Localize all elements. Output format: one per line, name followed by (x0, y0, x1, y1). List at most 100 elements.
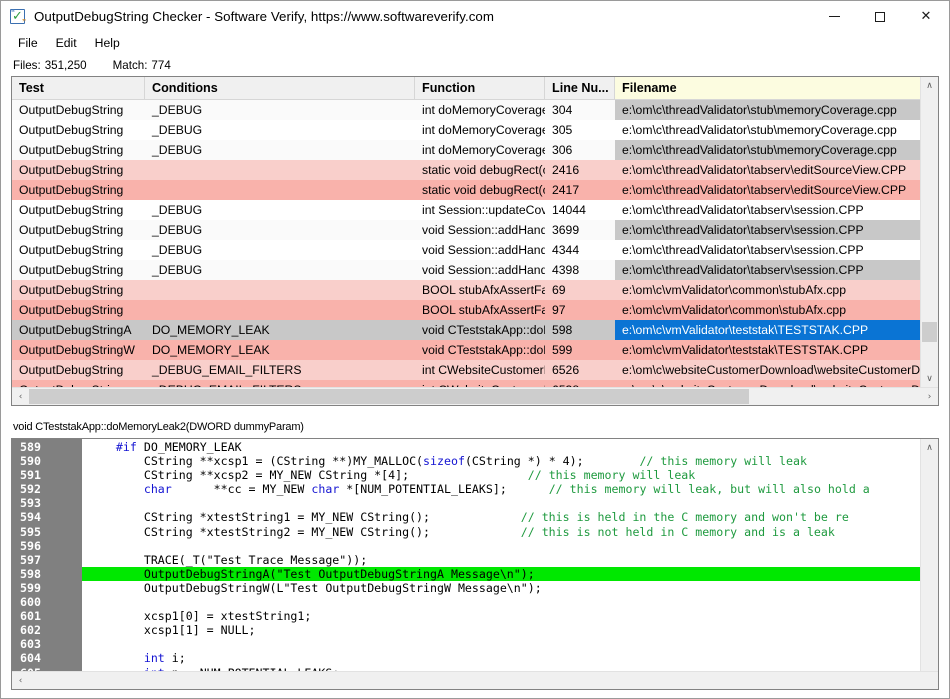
grid-header: Test Conditions Function Line Nu... File… (12, 77, 920, 100)
line-number: 590 (12, 454, 82, 468)
cell-function: void Session::addHandle... (415, 240, 545, 260)
code-line[interactable]: char **cc = MY_NEW char *[NUM_POTENTIAL_… (82, 482, 920, 496)
code-line[interactable]: CString **xcsp2 = MY_NEW CString *[4]; /… (82, 468, 920, 482)
cell-conditions (145, 300, 415, 320)
code-line[interactable] (82, 637, 920, 651)
grid-vscroll-thumb[interactable] (922, 322, 937, 342)
cell-conditions: _DEBUG (145, 260, 415, 280)
cell-filename: e:\om\c\threadValidator\stub\memoryCover… (615, 140, 920, 160)
code-vertical-scrollbar[interactable]: ∧ (920, 439, 938, 671)
table-row[interactable]: OutputDebugString_DEBUGint doMemoryCover… (12, 100, 920, 120)
column-header-function[interactable]: Function (415, 77, 545, 99)
cell-filename: e:\om\c\threadValidator\tabserv\session.… (615, 240, 920, 260)
menu-item-edit[interactable]: Edit (47, 34, 86, 52)
cell-test: OutputDebugString (12, 140, 145, 160)
splitter-handle[interactable] (1, 406, 949, 418)
scroll-down-icon[interactable]: ∨ (921, 370, 938, 387)
code-horizontal-scrollbar[interactable]: ‹ (12, 671, 938, 689)
cell-filename: e:\om\c\websiteCustomerDownload\websiteC… (615, 380, 920, 387)
cell-line: 2416 (545, 160, 615, 180)
close-button[interactable]: ✕ (903, 1, 949, 32)
code-line[interactable]: OutputDebugStringW(L"Test OutputDebugStr… (82, 581, 920, 595)
code-scroll-left-icon[interactable]: ‹ (12, 672, 29, 689)
table-row[interactable]: OutputDebugString_DEBUGint Session::upda… (12, 200, 920, 220)
cell-conditions (145, 160, 415, 180)
cell-conditions: DO_MEMORY_LEAK (145, 320, 415, 340)
table-row[interactable]: OutputDebugStringWDO_MEMORY_LEAKvoid CTe… (12, 340, 920, 360)
cell-line: 599 (545, 340, 615, 360)
table-row[interactable]: OutputDebugString_DEBUG_EMAIL_FILTERSint… (12, 360, 920, 380)
maximize-button[interactable] (857, 1, 903, 32)
code-line[interactable]: CString *xtestString2 = MY_NEW CString()… (82, 525, 920, 539)
code-line[interactable] (82, 539, 920, 553)
code-line[interactable]: int i; (82, 651, 920, 665)
table-row[interactable]: OutputDebugStringBOOL stubAfxAssertFaile… (12, 300, 920, 320)
table-row[interactable]: OutputDebugStringADO_MEMORY_LEAKvoid CTe… (12, 320, 920, 340)
table-row[interactable]: OutputDebugStringstatic void debugRect(c… (12, 160, 920, 180)
cell-function: void Session::addHandle... (415, 260, 545, 280)
code-vscroll-track[interactable] (921, 456, 938, 671)
scroll-right-icon[interactable]: › (921, 388, 938, 405)
code-line[interactable]: TRACE(_T("Test Trace Message")); (82, 553, 920, 567)
line-number: 604 (12, 651, 82, 665)
code-line[interactable]: CString **xcsp1 = (CString **)MY_MALLOC(… (82, 454, 920, 468)
code-hscroll-track[interactable] (29, 672, 938, 689)
menu-item-help[interactable]: Help (86, 34, 129, 52)
column-header-test[interactable]: Test (12, 77, 145, 99)
grid-rows: OutputDebugString_DEBUGint doMemoryCover… (12, 100, 920, 387)
code-line[interactable]: xcsp1[0] = xtestString1; (82, 609, 920, 623)
grid-vertical-scrollbar[interactable]: ∧ ∨ (920, 77, 938, 387)
cell-conditions: _DEBUG (145, 220, 415, 240)
cell-filename: e:\om\c\vmValidator\teststak\TESTSTAK.CP… (615, 320, 920, 340)
status-counts: Files: 351,250 Match: 774 (1, 54, 949, 76)
table-row[interactable]: OutputDebugString_DEBUGint doMemoryCover… (12, 120, 920, 140)
cell-filename: e:\om\c\vmValidator\common\stubAfx.cpp (615, 300, 920, 320)
window-title: OutputDebugString Checker - Software Ver… (34, 9, 494, 24)
column-header-conditions[interactable]: Conditions (145, 77, 415, 99)
line-number: 598 (12, 567, 82, 581)
function-signature: void CTeststakApp::doMemoryLeak2(DWORD d… (1, 418, 949, 436)
cell-function: BOOL stubAfxAssertFaile... (415, 300, 545, 320)
code-line[interactable]: xcsp1[1] = NULL; (82, 623, 920, 637)
cell-line: 306 (545, 140, 615, 160)
cell-test: OutputDebugStringA (12, 320, 145, 340)
results-grid: Test Conditions Function Line Nu... File… (11, 76, 939, 406)
code-line[interactable]: int n = NUM_POTENTIAL_LEAKS; (82, 666, 920, 672)
code-scroll-up-icon[interactable]: ∧ (921, 439, 938, 456)
cell-function: static void debugRect(co... (415, 180, 545, 200)
table-row[interactable]: OutputDebugString_DEBUG_EMAIL_FILTERSint… (12, 380, 920, 387)
code-text[interactable]: #if DO_MEMORY_LEAK CString **xcsp1 = (CS… (82, 439, 920, 671)
cell-test: OutputDebugString (12, 100, 145, 120)
menu-item-file[interactable]: File (9, 34, 47, 52)
grid-hscroll-track[interactable] (29, 388, 921, 405)
cell-function: void CTeststakApp::doMe... (415, 340, 545, 360)
minimize-button[interactable] (811, 1, 857, 32)
cell-conditions: _DEBUG_EMAIL_FILTERS (145, 380, 415, 387)
cell-filename: e:\om\c\vmValidator\common\stubAfx.cpp (615, 280, 920, 300)
column-header-filename[interactable]: Filename (615, 77, 920, 99)
table-row[interactable]: OutputDebugString_DEBUGvoid Session::add… (12, 240, 920, 260)
cell-test: OutputDebugString (12, 220, 145, 240)
table-row[interactable]: OutputDebugString_DEBUGvoid Session::add… (12, 220, 920, 240)
grid-horizontal-scrollbar[interactable]: ‹ › (12, 387, 938, 405)
code-line[interactable] (82, 496, 920, 510)
column-header-line-number[interactable]: Line Nu... (545, 77, 615, 99)
code-line[interactable]: CString *xtestString1 = MY_NEW CString()… (82, 510, 920, 524)
cell-test: OutputDebugString (12, 280, 145, 300)
table-row[interactable]: OutputDebugStringBOOL stubAfxAssertFaile… (12, 280, 920, 300)
table-row[interactable]: OutputDebugString_DEBUGvoid Session::add… (12, 260, 920, 280)
match-value: 774 (151, 59, 170, 72)
line-number: 599 (12, 581, 82, 595)
app-icon: ✓ “ ” (10, 9, 26, 25)
grid-vscroll-track[interactable] (921, 94, 938, 370)
grid-hscroll-thumb[interactable] (29, 389, 749, 404)
table-row[interactable]: OutputDebugString_DEBUGint doMemoryCover… (12, 140, 920, 160)
code-line[interactable]: #if DO_MEMORY_LEAK (82, 440, 920, 454)
files-value: 351,250 (45, 59, 87, 72)
code-line-highlighted[interactable]: OutputDebugStringA("Test OutputDebugStri… (82, 567, 920, 581)
table-row[interactable]: OutputDebugStringstatic void debugRect(c… (12, 180, 920, 200)
scroll-up-icon[interactable]: ∧ (921, 77, 938, 94)
cell-test: OutputDebugString (12, 200, 145, 220)
scroll-left-icon[interactable]: ‹ (12, 388, 29, 405)
code-line[interactable] (82, 595, 920, 609)
